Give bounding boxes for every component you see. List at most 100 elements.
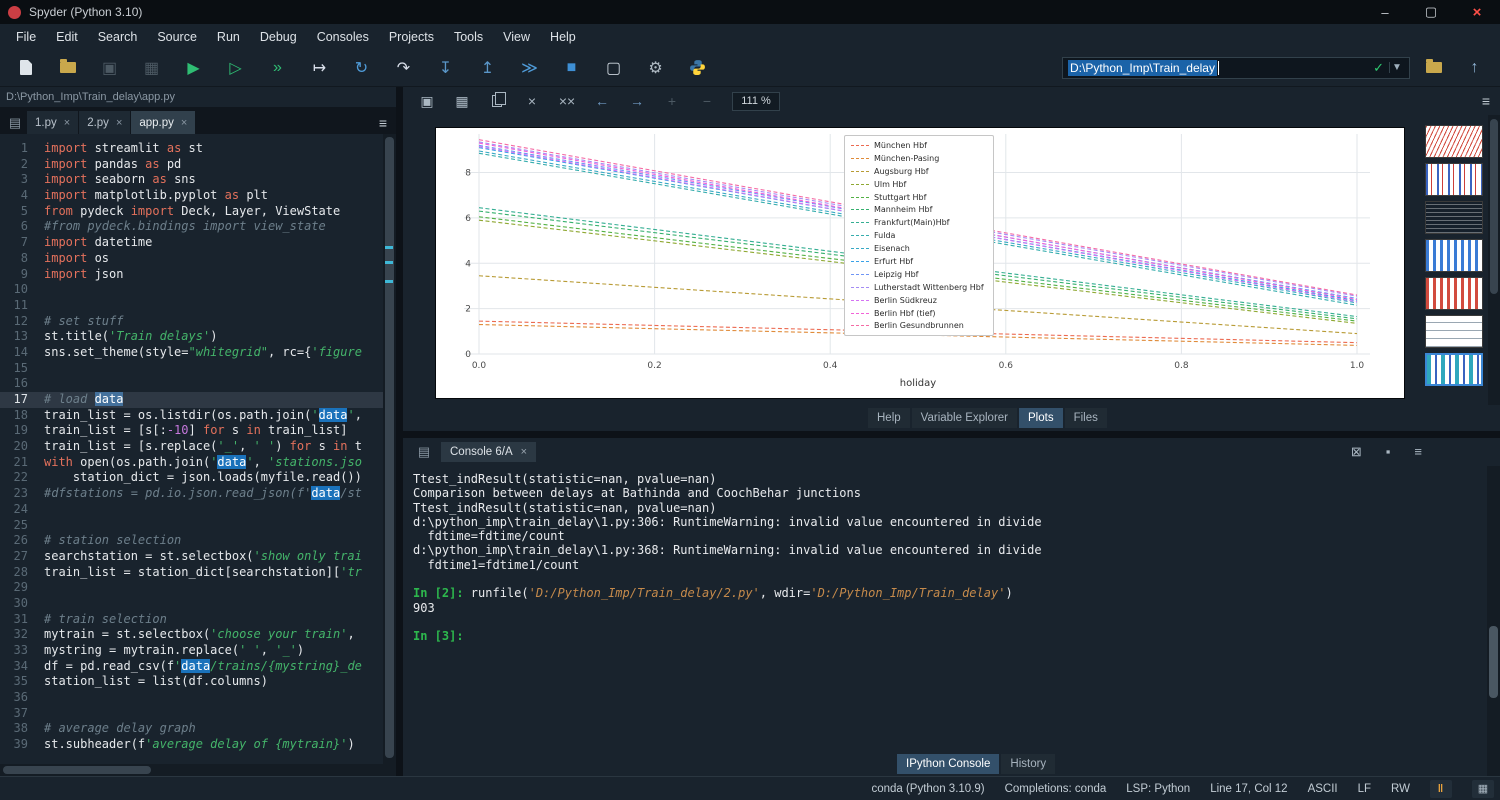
menu-view[interactable]: View xyxy=(493,27,540,47)
code-line-15[interactable]: 15 xyxy=(0,361,396,377)
code-line-38[interactable]: 38# average delay graph xyxy=(0,721,396,737)
code-line-32[interactable]: 32mytrain = st.selectbox('choose your tr… xyxy=(0,627,396,643)
code-line-16[interactable]: 16 xyxy=(0,376,396,392)
code-line-7[interactable]: 7import datetime xyxy=(0,235,396,251)
plot-thumbnail-6[interactable] xyxy=(1425,315,1483,348)
run-selection-button[interactable]: ↦ xyxy=(302,53,337,83)
close-icon[interactable]: × xyxy=(521,446,527,458)
working-directory-input[interactable]: D:\Python_Imp\Train_delay ✓ ▼ xyxy=(1062,57,1410,79)
code-line-1[interactable]: 1import streamlit as st xyxy=(0,141,396,157)
console-tab[interactable]: Console 6/A × xyxy=(441,442,536,462)
save-all-plots-button[interactable]: ▦ xyxy=(452,90,472,112)
editor-tab-2.py[interactable]: 2.py× xyxy=(79,111,130,134)
debug-step-over-button[interactable]: ↷ xyxy=(386,53,421,83)
browse-tabs-icon[interactable]: ▤ xyxy=(3,111,27,134)
vertical-splitter[interactable] xyxy=(396,87,403,776)
menu-run[interactable]: Run xyxy=(207,27,250,47)
editor-vertical-scrollbar[interactable] xyxy=(383,134,396,764)
code-line-36[interactable]: 36 xyxy=(0,690,396,706)
plot-thumbnail-2[interactable] xyxy=(1425,163,1483,196)
tab-variable-explorer[interactable]: Variable Explorer xyxy=(912,408,1017,428)
plot-thumbnail-1[interactable] xyxy=(1425,125,1483,158)
code-line-29[interactable]: 29 xyxy=(0,580,396,596)
code-line-3[interactable]: 3import seaborn as sns xyxy=(0,172,396,188)
code-line-24[interactable]: 24 xyxy=(0,502,396,518)
zoom-out-button[interactable]: − xyxy=(697,90,717,112)
code-line-17[interactable]: 17# load data xyxy=(0,392,396,408)
code-line-20[interactable]: 20train_list = [s.replace('_', ' ') for … xyxy=(0,439,396,455)
clear-console-icon[interactable]: ⊠ xyxy=(1351,444,1362,460)
code-line-14[interactable]: 14sns.set_theme(style="whitegrid", rc={'… xyxy=(0,345,396,361)
tab-history[interactable]: History xyxy=(1001,754,1055,774)
console-scrollbar[interactable] xyxy=(1487,466,1500,776)
options-menu-icon[interactable]: ≡ xyxy=(1414,444,1422,460)
code-line-34[interactable]: 34df = pd.read_csv(f'data/trains/{mystri… xyxy=(0,659,396,675)
remove-plot-button[interactable]: × xyxy=(522,90,542,112)
code-line-26[interactable]: 26# station selection xyxy=(0,533,396,549)
debug-step-into-button[interactable]: ↧ xyxy=(428,53,463,83)
code-line-30[interactable]: 30 xyxy=(0,596,396,612)
menu-file[interactable]: File xyxy=(6,27,46,47)
zoom-level-box[interactable]: 111 % xyxy=(732,92,780,111)
pause-status-icon[interactable]: ‖ xyxy=(1430,780,1452,798)
preferences-button[interactable]: ⚙ xyxy=(638,53,673,83)
editor-horizontal-scrollbar[interactable] xyxy=(0,764,396,776)
code-line-23[interactable]: 23#dfstations = pd.io.json.read_json(f'd… xyxy=(0,486,396,502)
plots-options-menu-icon[interactable]: ≡ xyxy=(1482,93,1490,109)
menu-edit[interactable]: Edit xyxy=(46,27,88,47)
stop-execution-button[interactable]: ■ xyxy=(554,53,589,83)
close-icon[interactable]: × xyxy=(181,117,187,129)
code-line-21[interactable]: 21with open(os.path.join('data', 'statio… xyxy=(0,455,396,471)
save-file-button[interactable]: ▣ xyxy=(92,53,127,83)
run-cell-button[interactable]: ▷ xyxy=(218,53,253,83)
browse-consoles-icon[interactable]: ▤ xyxy=(413,444,435,460)
interrupt-kernel-icon[interactable]: ▪ xyxy=(1386,444,1391,460)
code-line-27[interactable]: 27searchstation = st.selectbox('show onl… xyxy=(0,549,396,565)
editor-options-menu-icon[interactable]: ≡ xyxy=(370,111,396,134)
tab-ipython-console[interactable]: IPython Console xyxy=(897,754,999,774)
tab-files[interactable]: Files xyxy=(1065,408,1107,428)
open-file-button[interactable] xyxy=(50,53,85,83)
menu-help[interactable]: Help xyxy=(540,27,586,47)
pythonpath-manager-button[interactable] xyxy=(680,53,715,83)
plot-thumbnail-7[interactable] xyxy=(1425,353,1483,386)
maximize-button[interactable]: ▢ xyxy=(1408,0,1454,24)
scrollbar-thumb[interactable] xyxy=(1489,626,1498,698)
code-line-19[interactable]: 19train_list = [s[:-10] for s in train_l… xyxy=(0,423,396,439)
scrollbar-thumb[interactable] xyxy=(1490,119,1498,294)
menu-debug[interactable]: Debug xyxy=(250,27,307,47)
close-icon[interactable]: × xyxy=(64,117,70,129)
run-file-button[interactable]: ▶ xyxy=(176,53,211,83)
code-line-39[interactable]: 39st.subheader(f'average delay of {mytra… xyxy=(0,737,396,753)
tab-plots[interactable]: Plots xyxy=(1019,408,1063,428)
tab-help[interactable]: Help xyxy=(868,408,910,428)
code-line-18[interactable]: 18train_list = os.listdir(os.path.join('… xyxy=(0,408,396,424)
console-output[interactable]: Ttest_indResult(statistic=nan, pvalue=na… xyxy=(403,466,1500,776)
plot-thumbnail-5[interactable] xyxy=(1425,277,1483,310)
code-line-13[interactable]: 13st.title('Train delays') xyxy=(0,329,396,345)
plot-thumbnail-3[interactable] xyxy=(1425,201,1483,234)
code-line-33[interactable]: 33mystring = mytrain.replace(' ', '_') xyxy=(0,643,396,659)
code-line-12[interactable]: 12# set stuff xyxy=(0,314,396,330)
debug-continue-button[interactable]: ≫ xyxy=(512,53,547,83)
code-line-2[interactable]: 2import pandas as pd xyxy=(0,157,396,173)
next-plot-button[interactable]: → xyxy=(627,90,647,112)
code-line-11[interactable]: 11 xyxy=(0,298,396,314)
copy-plot-button[interactable] xyxy=(487,90,507,112)
editor-tab-app.py[interactable]: app.py× xyxy=(131,111,195,134)
grid-status-icon[interactable]: ▦ xyxy=(1472,780,1494,798)
run-again-button[interactable]: ↻ xyxy=(344,53,379,83)
remove-all-plots-button[interactable]: ×× xyxy=(557,90,577,112)
menu-source[interactable]: Source xyxy=(147,27,207,47)
close-icon[interactable]: × xyxy=(116,117,122,129)
code-line-35[interactable]: 35station_list = list(df.columns) xyxy=(0,674,396,690)
run-cell-and-advance-button[interactable]: » xyxy=(260,53,295,83)
new-file-button[interactable] xyxy=(8,53,43,83)
thumbnails-scrollbar[interactable] xyxy=(1488,115,1500,405)
debug-step-return-button[interactable]: ↥ xyxy=(470,53,505,83)
minimize-button[interactable]: – xyxy=(1362,0,1408,24)
editor-tab-1.py[interactable]: 1.py× xyxy=(27,111,78,134)
code-line-9[interactable]: 9import json xyxy=(0,267,396,283)
previous-plot-button[interactable]: ← xyxy=(592,90,612,112)
scrollbar-thumb[interactable] xyxy=(3,766,151,774)
